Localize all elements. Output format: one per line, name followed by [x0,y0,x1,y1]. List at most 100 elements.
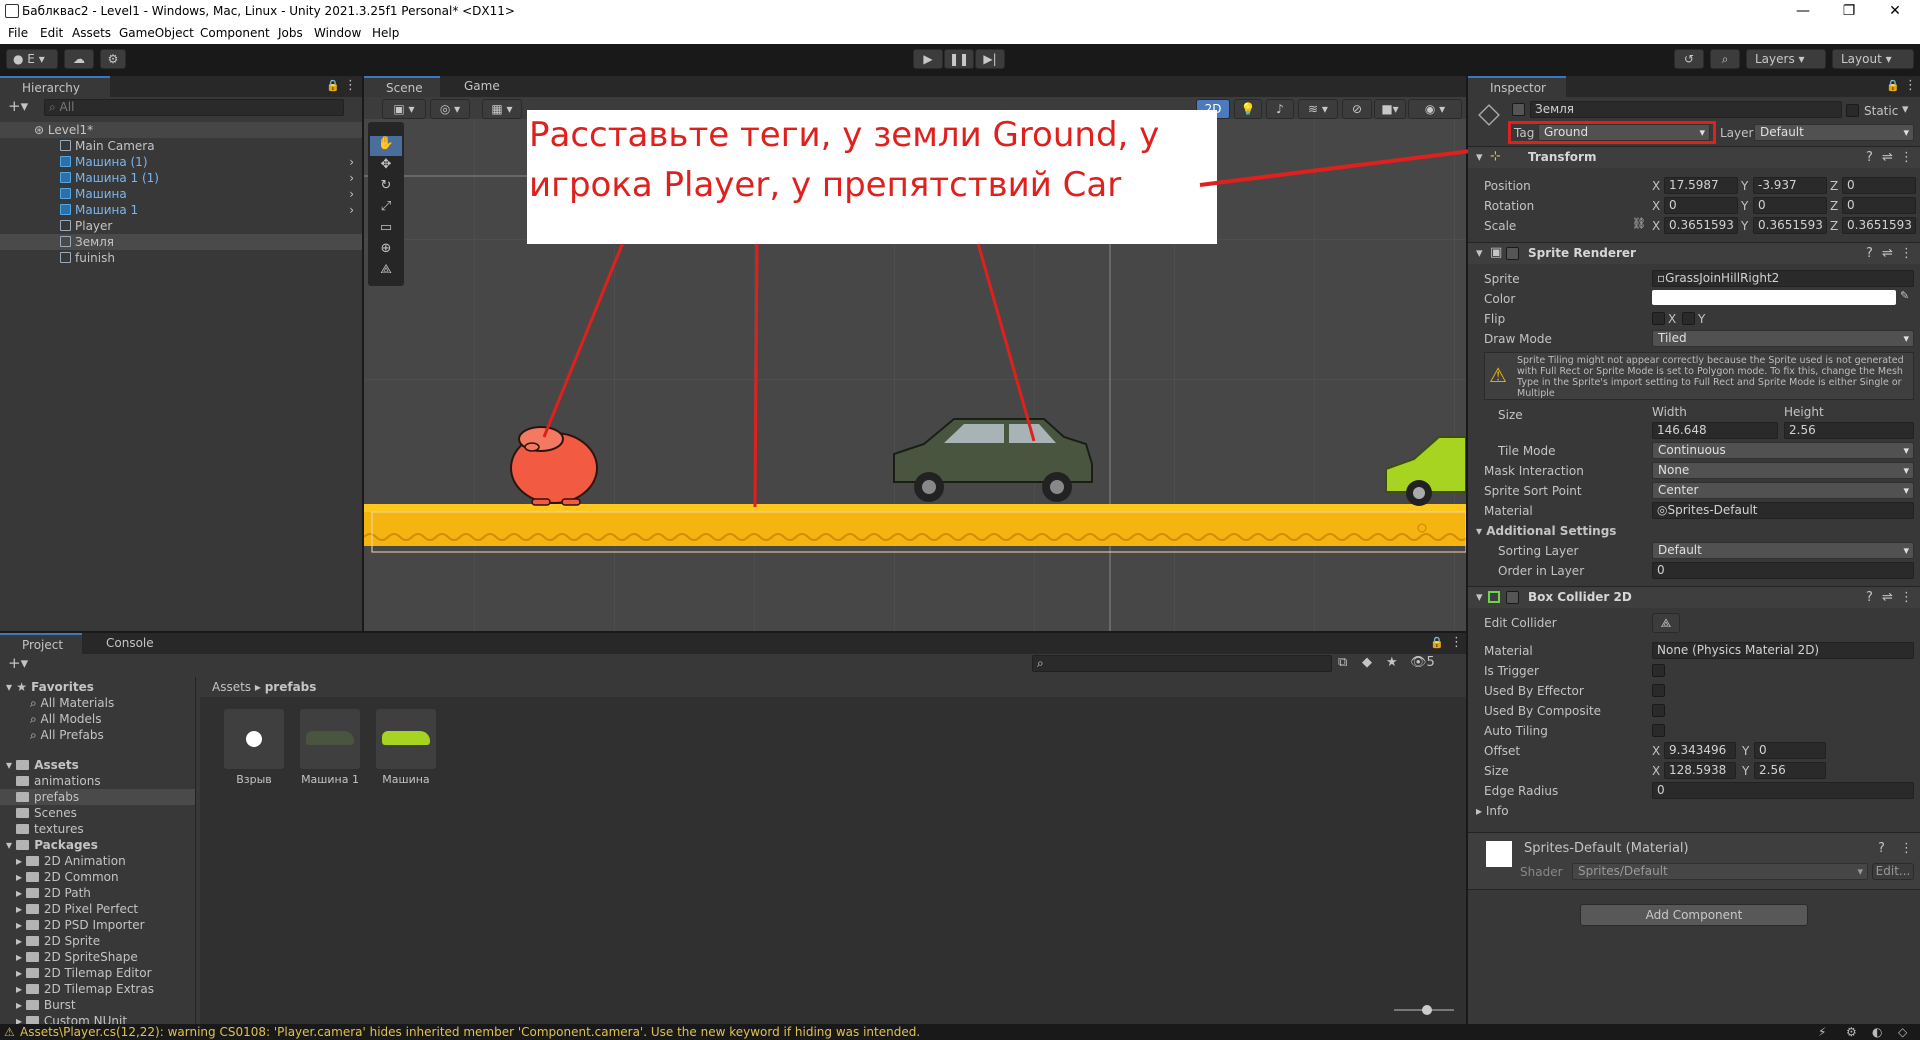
scale-tool-icon[interactable]: ⤢ [370,199,402,219]
camera-dropdown[interactable]: ■▾ [1374,99,1406,119]
is-trigger-checkbox[interactable] [1652,664,1665,677]
sorting-layer-dropdown[interactable]: Default [1652,542,1914,559]
position-z-field[interactable]: 0 [1842,177,1916,194]
foldout-arrow-icon[interactable]: ▾ [6,838,16,852]
active-checkbox[interactable] [1512,103,1525,116]
sr-material-field[interactable]: ◎Sprites-Default [1652,502,1914,519]
project-tree-item[interactable]: ▸ 2D Path [0,885,195,901]
project-tree-item[interactable]: ▸ Burst [0,997,195,1013]
hierarchy-search-input[interactable]: ⌕ All [44,99,344,116]
component-menu-icon[interactable]: ⋮ [1900,150,1913,165]
collab-icon[interactable]: ⚙ [100,49,126,69]
prefab-thumbnail[interactable] [300,709,360,769]
sort-point-dropdown[interactable]: Center [1652,482,1914,499]
offset-x-field[interactable]: 9.343496 [1664,742,1736,759]
sprite-field[interactable]: ▫GrassJoinHillRight2 [1652,270,1914,287]
add-icon[interactable]: +▾ [8,97,28,115]
grid-snap-dropdown[interactable]: ▦ ▾ [482,99,522,119]
close-icon[interactable]: ✕ [1872,0,1918,24]
project-more-icon[interactable]: ⋮ [1450,635,1463,650]
status-icon-a[interactable]: ⚡ [1818,1024,1826,1040]
zoom-slider-thumb[interactable] [1422,1005,1432,1015]
lock-icon[interactable]: 🔒 [326,79,340,92]
object-name-field[interactable]: Земля [1530,101,1842,118]
favorites-header[interactable]: ▾ ★ Favorites [0,679,195,695]
rotate-tool-icon[interactable]: ↻ [370,178,402,198]
bc-menu-icon[interactable]: ⋮ [1900,590,1913,605]
hierarchy-item[interactable]: Машина 1 (1) › [0,170,362,186]
hierarchy-item[interactable]: Машина (1) › [0,154,362,170]
shader-dropdown[interactable]: Sprites/Default [1572,863,1868,880]
add-component-button[interactable]: Add Component [1580,904,1808,926]
mask-dropdown[interactable]: None [1652,462,1914,479]
tab-game[interactable]: Game [442,76,518,97]
project-tree-item[interactable]: animations [0,773,195,789]
hidden-packages-icon[interactable]: 👁5 [1410,655,1435,670]
static-dropdown[interactable]: ▾ [1902,102,1909,117]
tab-project[interactable]: Project [0,633,82,654]
material-menu-icon[interactable]: ⋮ [1900,841,1913,856]
expand-arrow-icon[interactable]: ▸ [16,870,26,884]
search-by-label-icon[interactable]: ◆ [1362,655,1372,670]
expand-arrow-icon[interactable]: ▸ [16,886,26,900]
expand-arrow-icon[interactable]: ▸ [16,918,26,932]
color-swatch[interactable] [1652,290,1896,305]
prefab-thumbnail[interactable] [376,709,436,769]
used-by-effector-checkbox[interactable] [1652,684,1665,697]
foldout-arrow-icon[interactable]: ▾ [6,758,16,772]
rect-tool-icon[interactable]: ▭ [370,220,402,240]
help-icon[interactable]: ? [1866,150,1873,165]
project-tree-item[interactable]: ▸ 2D Pixel Perfect [0,901,195,917]
constrain-scale-icon[interactable]: ⛓ [1632,217,1646,230]
material-help-icon[interactable]: ? [1878,841,1885,856]
box-collider-header[interactable]: ▾ Box Collider 2D ? ⇌ ⋮ [1468,586,1920,608]
eyedropper-icon[interactable]: ✎ [1900,289,1909,302]
inspector-more-icon[interactable]: ⋮ [1904,78,1917,93]
lighting-icon[interactable]: 💡 [1234,99,1262,119]
size-y-field[interactable]: 2.56 [1754,762,1826,779]
scene-row[interactable]: ⊛ Level1* [0,122,362,138]
hand-tool-icon[interactable]: ✋ [370,136,402,156]
expand-arrow-icon[interactable]: ▸ [16,854,26,868]
minimize-icon[interactable]: — [1780,0,1826,24]
auto-tiling-checkbox[interactable] [1652,724,1665,737]
status-bar[interactable]: ⚠ Assets\Player.cs(12,22): warning CS010… [0,1024,1920,1040]
layers-dropdown[interactable]: Layers ▾ [1746,49,1826,69]
layer-dropdown[interactable]: Default [1754,124,1914,141]
used-by-composite-checkbox[interactable] [1652,704,1665,717]
foldout-arrow-icon[interactable]: ▾ [6,680,16,694]
menu-window[interactable]: Window [314,26,361,40]
move-tool-icon[interactable]: ✥ [370,157,402,177]
tab-scene[interactable]: Scene [364,76,440,97]
packages-header[interactable]: ▾ Packages [0,837,195,853]
expand-arrow-icon[interactable]: ▸ [16,950,26,964]
hierarchy-item[interactable]: Player [0,218,362,234]
hidden-objects-icon[interactable]: ⊘ [1342,99,1372,119]
static-checkbox[interactable] [1846,104,1859,117]
draw-mode-dropdown[interactable]: ▣ ▾ [382,99,426,119]
scale-x-field[interactable]: 0.3651593 [1664,217,1738,234]
bc-material-field[interactable]: None (Physics Material 2D) [1652,642,1914,659]
menu-component[interactable]: Component [200,26,270,40]
breadcrumb-prefabs[interactable]: prefabs [265,680,317,694]
project-tree-item[interactable]: ▸ 2D Sprite [0,933,195,949]
order-field[interactable]: 0 [1652,562,1914,579]
hierarchy-item[interactable]: Машина 1 › [0,202,362,218]
project-lock-icon[interactable]: 🔒 [1430,636,1444,649]
effects-dropdown[interactable]: ≋ ▾ [1298,99,1338,119]
history-icon[interactable]: ↺ [1674,49,1704,69]
transform-tool-icon[interactable]: ⊕ [370,241,402,261]
project-tree-item[interactable]: textures [0,821,195,837]
info-foldout[interactable]: ▸ Info [1476,804,1509,818]
account-button[interactable]: ● E ▾ [6,49,58,69]
menu-edit[interactable]: Edit [40,26,63,40]
expand-arrow-icon[interactable]: ▸ [16,982,26,996]
breadcrumb-assets[interactable]: Assets [212,680,251,694]
hierarchy-item[interactable]: Main Camera [0,138,362,154]
status-icon-b[interactable]: ⚙ [1846,1024,1857,1040]
prefab-open-icon[interactable]: › [349,154,354,170]
hierarchy-item[interactable]: Земля [0,234,362,250]
bc-help-icon[interactable]: ? [1866,590,1873,605]
menu-jobs[interactable]: Jobs [278,26,303,40]
edit-collider-button[interactable]: ⟁ [1652,613,1680,633]
